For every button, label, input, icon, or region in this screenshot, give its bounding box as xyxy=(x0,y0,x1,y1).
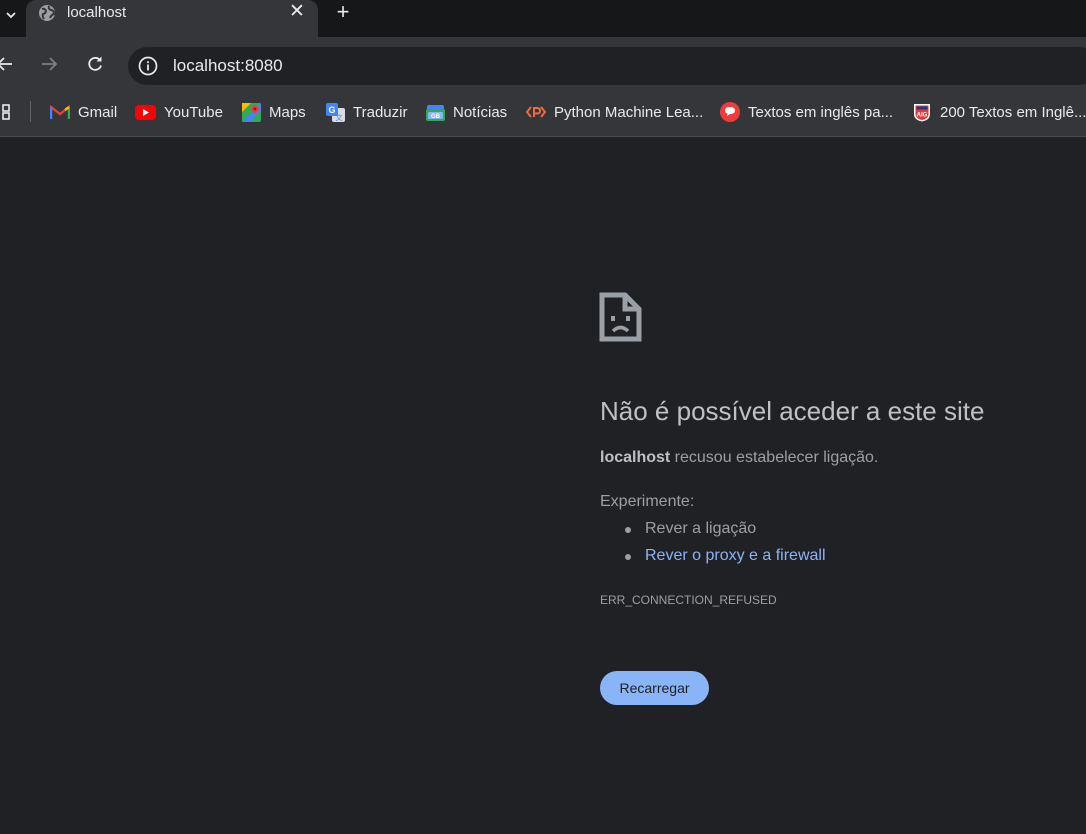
tab-close-icon[interactable]: ✕ xyxy=(288,2,306,22)
site-info-icon[interactable] xyxy=(137,55,159,77)
svg-text:GB: GB xyxy=(431,114,441,120)
bookmarks-bar: Gmail YouTube Maps G 文 Traduzir GB Notíc… xyxy=(0,89,1086,137)
bookmark-python-ml[interactable]: Python Machine Lea... xyxy=(526,101,703,123)
chevron-down-icon xyxy=(6,11,16,18)
forward-arrow-icon[interactable] xyxy=(40,54,60,74)
suggestions-list: Rever a ligação Rever o proxy e a firewa… xyxy=(624,519,826,573)
reload-button[interactable]: Recarregar xyxy=(600,671,709,705)
bookmark-label: Python Machine Lea... xyxy=(554,103,704,121)
tab-search-button[interactable] xyxy=(0,0,22,30)
bookmark-label: YouTube xyxy=(164,103,223,121)
suggestions-heading: Experimente: xyxy=(600,493,695,510)
python-ml-icon xyxy=(526,106,546,118)
gmail-icon xyxy=(50,104,70,119)
bookmark-traduzir[interactable]: G 文 Traduzir xyxy=(326,101,407,123)
bookmark-maps[interactable]: Maps xyxy=(242,101,306,123)
apps-grid-icon[interactable] xyxy=(0,103,12,121)
chat-bubble-icon xyxy=(720,102,740,122)
bookmark-youtube[interactable]: YouTube xyxy=(135,101,223,123)
reload-icon[interactable] xyxy=(85,54,105,74)
bookmark-label: 200 Textos em Inglê... xyxy=(940,103,1086,121)
sad-document-icon xyxy=(599,292,642,342)
new-tab-button[interactable]: + xyxy=(333,0,353,24)
bookmark-200-textos[interactable]: AIG 200 Textos em Inglê... xyxy=(912,101,1086,123)
error-description: localhost recusou estabelecer ligação. xyxy=(600,449,878,467)
translate-icon: G 文 xyxy=(326,102,345,122)
svg-text:AIG: AIG xyxy=(917,113,928,119)
bookmark-noticias[interactable]: GB Notícias xyxy=(426,101,507,123)
tab-localhost[interactable]: localhost ✕ xyxy=(26,0,318,37)
bookmarks-separator xyxy=(30,101,31,122)
bookmark-textos-ingles[interactable]: Textos em inglês pa... xyxy=(720,101,893,123)
svg-text:G: G xyxy=(328,105,335,115)
bookmark-label: Traduzir xyxy=(353,103,408,121)
error-code: ERR_CONNECTION_REFUSED xyxy=(600,593,777,607)
bookmark-gmail[interactable]: Gmail xyxy=(50,101,117,123)
tab-strip: localhost ✕ + xyxy=(0,0,1086,37)
youtube-icon xyxy=(135,104,156,120)
error-host: localhost xyxy=(600,449,671,466)
page-content: Não é possível aceder a este site localh… xyxy=(0,138,1086,834)
back-arrow-icon[interactable] xyxy=(0,54,14,74)
bookmark-label: Textos em inglês pa... xyxy=(748,103,894,121)
maps-icon xyxy=(242,102,261,122)
aig-icon: AIG xyxy=(914,104,930,122)
svg-text:文: 文 xyxy=(336,113,343,122)
suggestion-check-connection: Rever a ligação xyxy=(624,519,826,546)
bookmark-label: Gmail xyxy=(78,103,118,121)
browser-toolbar: localhost:8080 xyxy=(0,37,1086,89)
suggestion-check-proxy-firewall-link[interactable]: Rever o proxy e a firewall xyxy=(624,546,826,573)
address-bar[interactable]: localhost:8080 xyxy=(128,47,1086,85)
tab-title: localhost xyxy=(67,4,127,21)
bookmark-label: Maps xyxy=(269,103,306,121)
bookmark-label: Notícias xyxy=(453,103,508,121)
globe-icon xyxy=(39,5,56,21)
page-title: Não é possível aceder a este site xyxy=(600,396,985,426)
url-text: localhost:8080 xyxy=(173,56,283,75)
news-icon: GB xyxy=(426,104,445,121)
error-description-text: recusou estabelecer ligação. xyxy=(670,449,879,466)
